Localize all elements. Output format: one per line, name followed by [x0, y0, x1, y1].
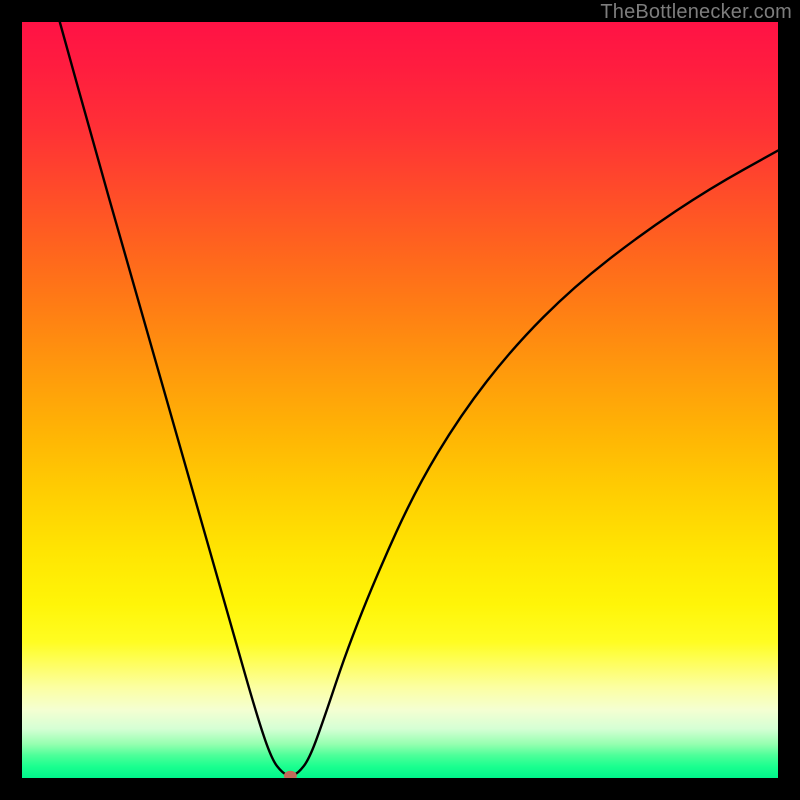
watermark-text: TheBottlenecker.com — [600, 1, 792, 24]
curve-layer — [22, 22, 778, 778]
bottleneck-curve — [60, 22, 778, 775]
minimum-marker — [284, 771, 297, 778]
plot-area — [22, 22, 778, 778]
chart-frame: TheBottlenecker.com — [0, 0, 800, 800]
